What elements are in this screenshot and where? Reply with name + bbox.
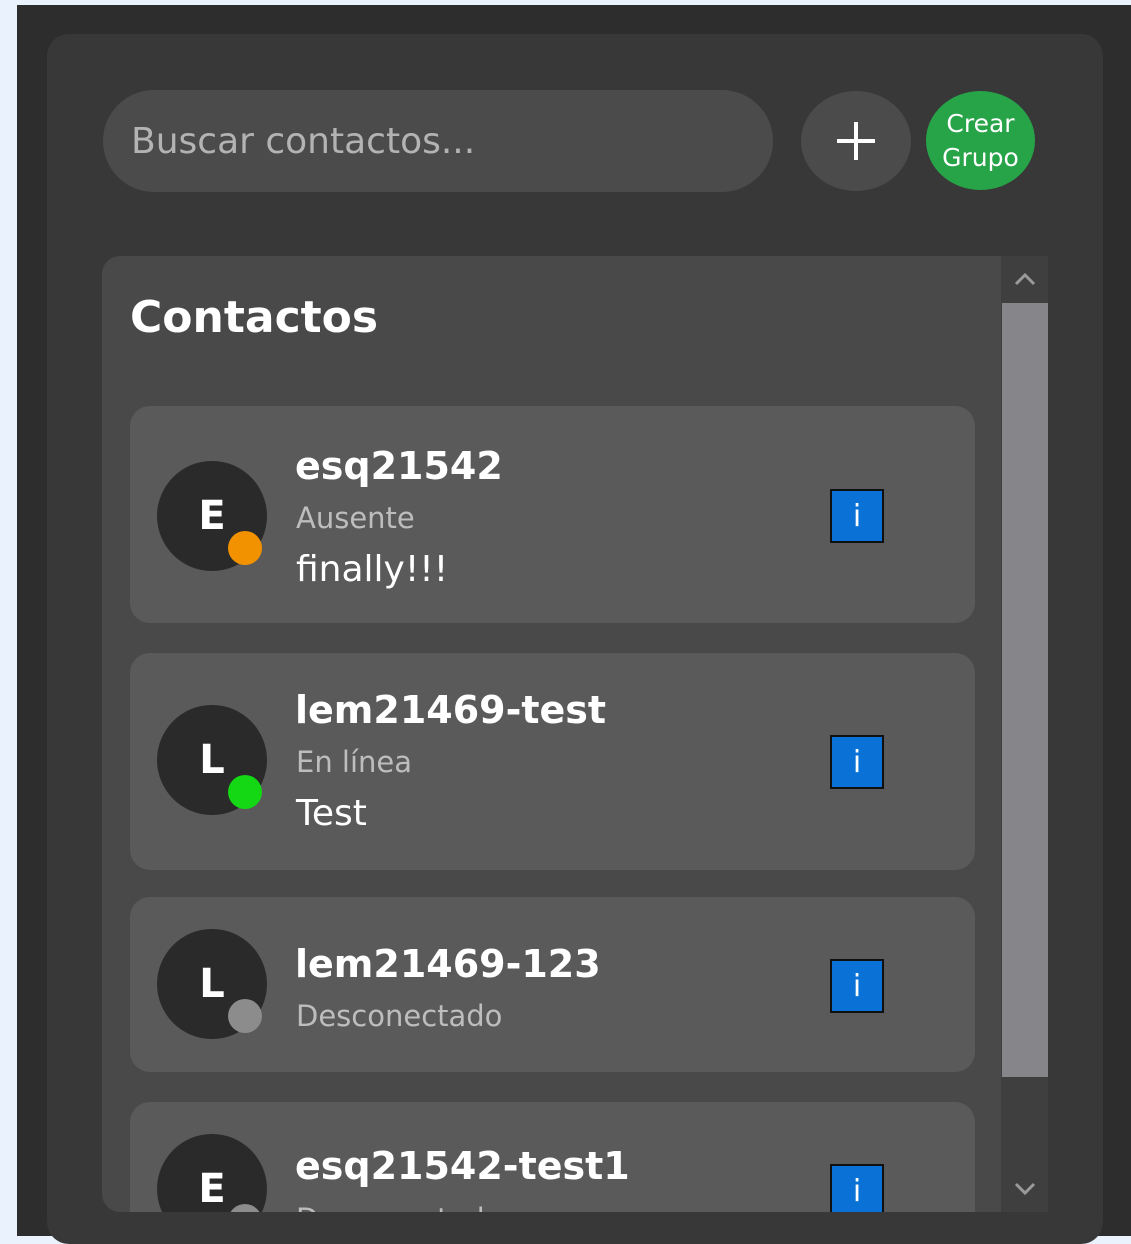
contact-card-lem21469-test[interactable]: L lem21469-test En línea Test i xyxy=(130,653,975,870)
contact-name: lem21469-test xyxy=(295,688,607,732)
avatar: E xyxy=(157,1134,267,1212)
contact-card-esq21542-test1[interactable]: E esq21542-test1 Desconectado i xyxy=(130,1102,975,1212)
avatar: E xyxy=(157,461,267,571)
avatar-initial: L xyxy=(199,961,225,1007)
scroll-up-button[interactable] xyxy=(1001,256,1048,302)
search-input[interactable] xyxy=(103,90,773,192)
plus-icon xyxy=(837,122,875,160)
avatar-initial: E xyxy=(198,493,226,539)
contact-status: Desconectado xyxy=(296,999,503,1033)
info-button[interactable]: i xyxy=(830,1164,884,1212)
contacts-scrollbar[interactable] xyxy=(1001,256,1048,1212)
scrollbar-thumb[interactable] xyxy=(1002,303,1048,1077)
scroll-down-button[interactable] xyxy=(1001,1166,1048,1212)
add-contact-button[interactable] xyxy=(801,91,911,191)
contact-name: esq21542-test1 xyxy=(295,1144,630,1188)
contact-status: Desconectado xyxy=(296,1202,502,1212)
info-icon: i xyxy=(852,1173,862,1209)
info-button[interactable]: i xyxy=(830,489,884,543)
info-icon: i xyxy=(852,744,862,780)
contact-status: Ausente xyxy=(296,501,415,535)
contacts-list: Contactos E esq21542 Ausente finally!!! … xyxy=(102,256,1048,1212)
status-away-indicator xyxy=(228,531,262,565)
contact-name: esq21542 xyxy=(295,444,503,488)
contact-name: lem21469-123 xyxy=(295,942,601,986)
chevron-up-icon xyxy=(1014,272,1035,286)
avatar: L xyxy=(157,929,267,1039)
contact-message: Test xyxy=(296,793,367,834)
avatar-initial: E xyxy=(198,1166,226,1212)
status-online-indicator xyxy=(228,775,262,809)
info-button[interactable]: i xyxy=(830,735,884,789)
avatar-initial: L xyxy=(199,737,225,783)
contact-card-esq21542[interactable]: E esq21542 Ausente finally!!! i xyxy=(130,406,975,623)
create-group-label-line2: Grupo xyxy=(942,142,1019,172)
contact-message: finally!!! xyxy=(296,549,449,590)
status-offline-indicator xyxy=(228,1204,262,1212)
contact-status: En línea xyxy=(296,745,413,779)
contacts-heading: Contactos xyxy=(130,292,379,343)
create-group-button[interactable]: Crear Grupo xyxy=(926,91,1035,190)
info-icon: i xyxy=(852,968,862,1004)
avatar: L xyxy=(157,705,267,815)
status-offline-indicator xyxy=(228,999,262,1033)
info-button[interactable]: i xyxy=(830,959,884,1013)
chevron-down-icon xyxy=(1014,1182,1035,1196)
contact-card-lem21469-123[interactable]: L lem21469-123 Desconectado i xyxy=(130,897,975,1072)
info-icon: i xyxy=(852,498,862,534)
create-group-label-line1: Crear xyxy=(946,108,1015,138)
